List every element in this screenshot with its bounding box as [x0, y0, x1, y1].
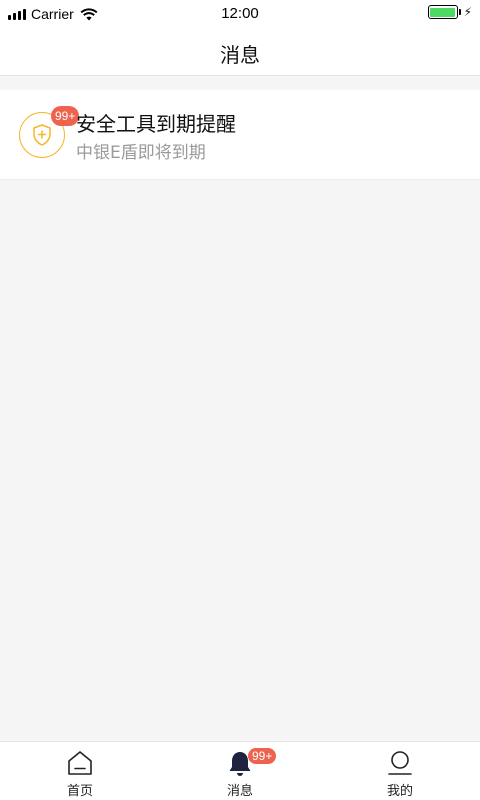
- message-title: 安全工具到期提醒: [76, 112, 236, 136]
- charging-icon: ⚡: [463, 5, 472, 19]
- tab-home[interactable]: 首页: [0, 742, 160, 800]
- tab-profile-label: 我的: [386, 784, 413, 799]
- user-icon: [388, 751, 412, 775]
- tab-messages-label: 消息: [226, 784, 253, 799]
- tab-home-label: 首页: [66, 784, 93, 799]
- home-icon: [68, 751, 92, 775]
- tab-bar: 首页 99+ 消息 我的: [0, 741, 480, 800]
- status-bar: Carrier 12:00 ⚡: [0, 0, 480, 28]
- navigation-bar: 消息: [0, 28, 480, 76]
- message-list-item[interactable]: [0, 90, 480, 180]
- battery-tip: [458, 9, 461, 15]
- message-subtitle: 中银E盾即将到期: [76, 143, 206, 163]
- page-title: 消息: [220, 43, 260, 67]
- tab-profile[interactable]: 我的: [320, 742, 480, 800]
- tab-messages[interactable]: 99+ 消息: [160, 742, 320, 800]
- status-time: 12:00: [221, 5, 259, 22]
- tab-messages-badge: 99+: [248, 748, 277, 764]
- status-right: ⚡: [427, 5, 472, 19]
- battery-icon: [427, 5, 458, 19]
